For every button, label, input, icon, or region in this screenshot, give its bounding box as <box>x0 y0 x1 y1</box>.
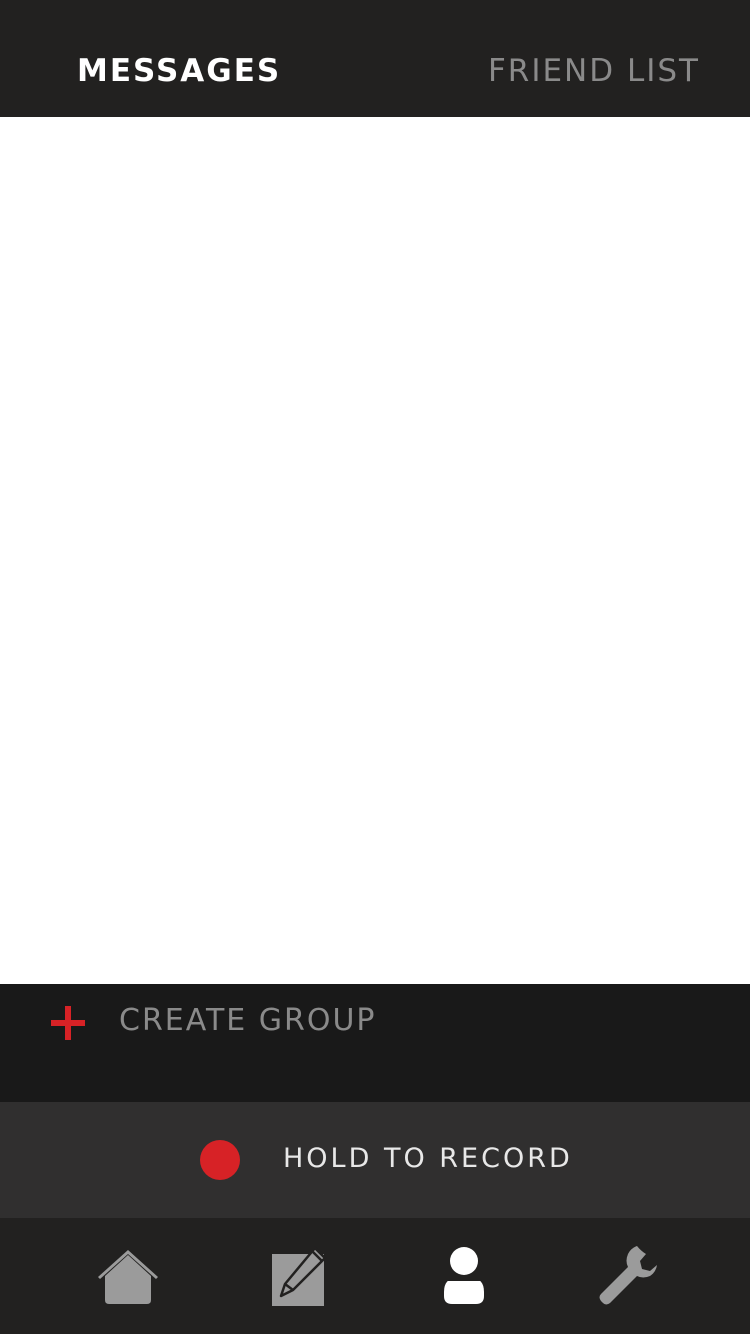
nav-compose[interactable] <box>263 1240 333 1310</box>
create-group-label: CREATE GROUP <box>119 1003 377 1038</box>
hold-to-record-label: HOLD TO RECORD <box>283 1143 573 1174</box>
nav-home[interactable] <box>93 1240 163 1310</box>
nav-settings[interactable] <box>591 1240 661 1310</box>
record-dot-icon <box>200 1140 240 1180</box>
nav-profile[interactable] <box>429 1240 499 1310</box>
app-screen: MESSAGES FRIEND LIST CREATE GROUP HOLD T… <box>0 0 750 1334</box>
messages-list-area <box>0 117 750 984</box>
plus-icon <box>51 1006 85 1040</box>
tab-messages[interactable]: MESSAGES <box>77 50 281 92</box>
wrench-icon <box>599 1246 657 1305</box>
top-tab-bar: MESSAGES FRIEND LIST <box>0 0 750 117</box>
pencil-icon <box>272 1246 327 1306</box>
person-icon <box>444 1247 484 1304</box>
create-group-button[interactable]: CREATE GROUP <box>0 984 750 1102</box>
tab-friend-list[interactable]: FRIEND LIST <box>488 50 700 92</box>
home-icon <box>98 1250 158 1304</box>
bottom-navigation <box>0 1218 750 1334</box>
hold-to-record-button[interactable]: HOLD TO RECORD <box>0 1102 750 1218</box>
